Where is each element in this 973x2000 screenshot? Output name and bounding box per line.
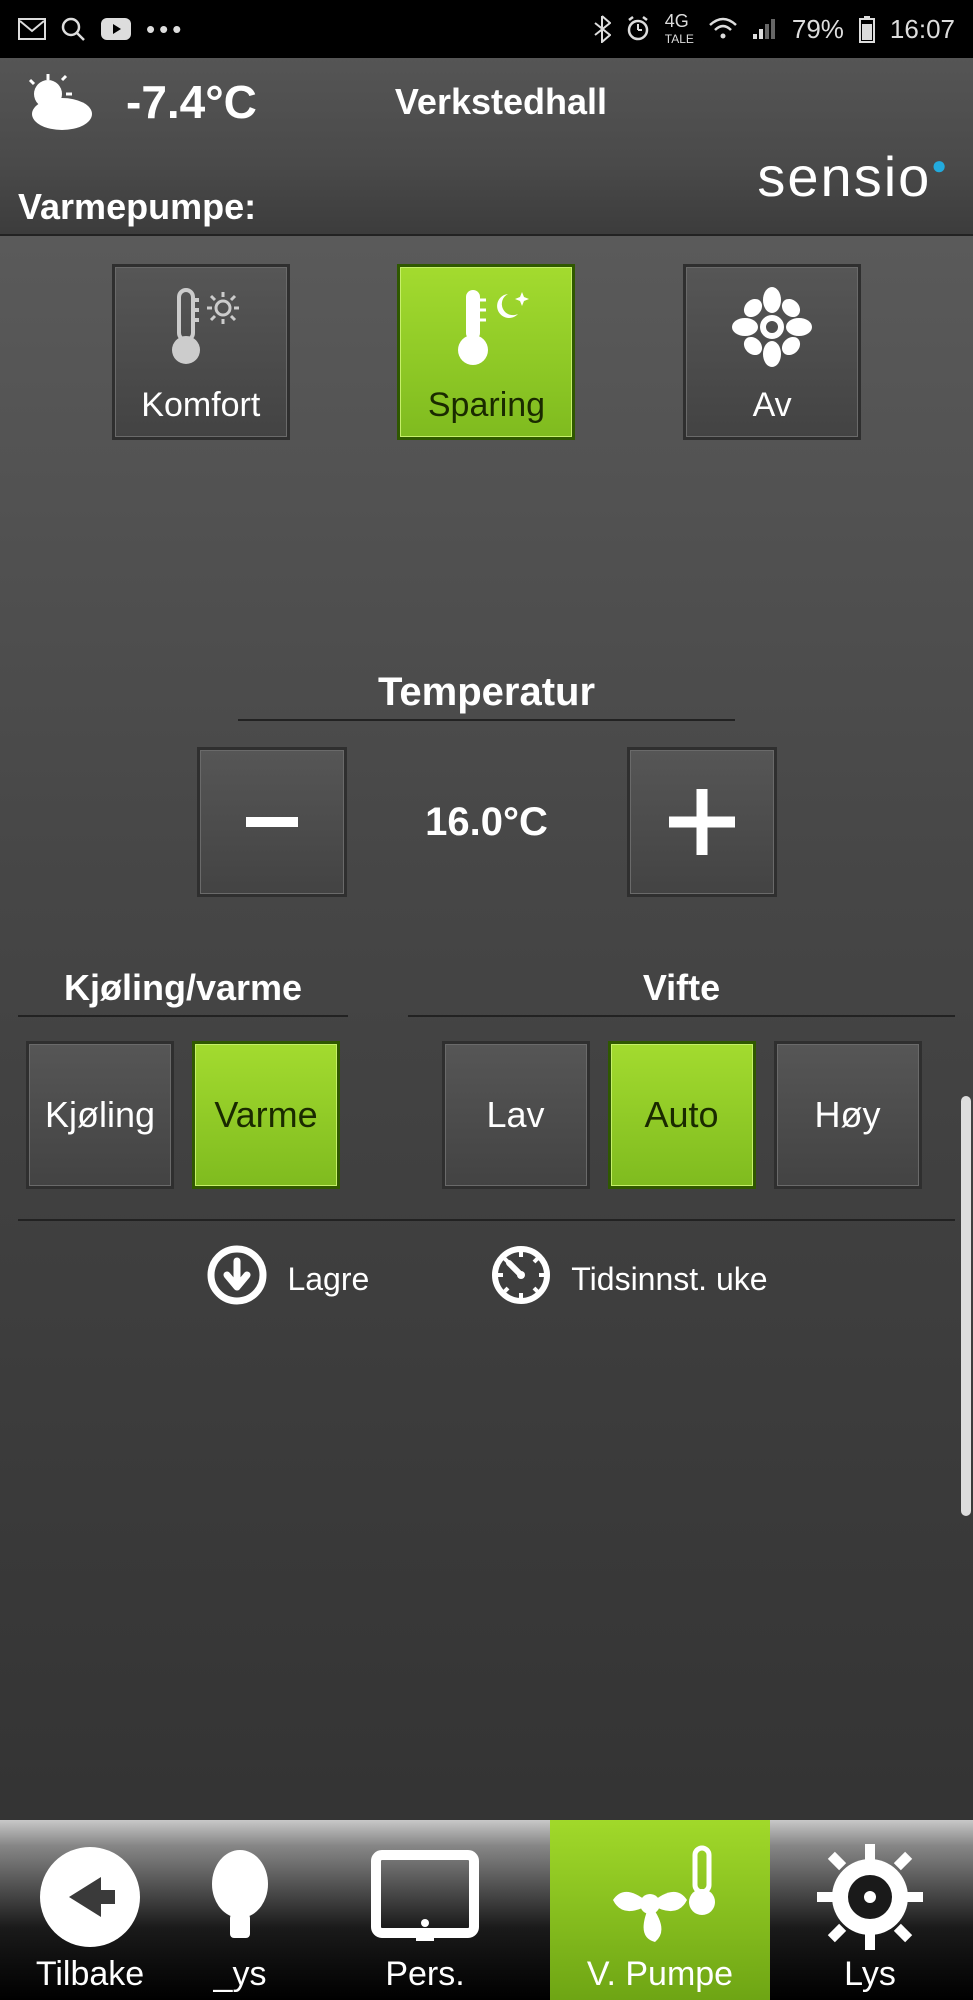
status-left: •••	[18, 14, 185, 45]
battery-percent: 79%	[792, 14, 844, 45]
option-label: Auto	[644, 1094, 718, 1136]
thermometer-sun-icon	[115, 267, 287, 386]
fan-auto-button[interactable]: Auto	[608, 1041, 756, 1189]
fan-off-icon	[686, 267, 858, 386]
save-button[interactable]: Lagre	[205, 1243, 369, 1315]
temperature-decrease-button[interactable]	[197, 747, 347, 897]
mode-label: Av	[753, 386, 792, 425]
mode-off-button[interactable]: Av	[683, 264, 861, 440]
nav-heatpump[interactable]: V. Pumpe	[550, 1820, 770, 2000]
nav-light-2[interactable]: Lys	[770, 1820, 970, 2000]
bluetooth-icon	[593, 15, 611, 43]
schedule-button[interactable]: Tidsinnst. uke	[489, 1243, 767, 1315]
fan-low-button[interactable]: Lav	[442, 1041, 590, 1189]
search-icon	[60, 16, 86, 42]
nav-back[interactable]: Tilbake	[0, 1820, 180, 2000]
cooling-button[interactable]: Kjøling	[26, 1041, 174, 1189]
clock: 16:07	[890, 14, 955, 45]
nav-label: Tilbake	[36, 1955, 144, 1994]
back-arrow-icon	[0, 1820, 180, 1955]
brand-logo: sensio●	[757, 144, 949, 209]
alarm-icon	[625, 16, 651, 42]
fan-section: Vifte Lav Auto Høy	[408, 967, 955, 1189]
minus-icon	[232, 782, 312, 862]
nav-label: Lys	[844, 1955, 896, 1994]
option-label: Varme	[214, 1094, 317, 1136]
thermometer-moon-icon	[400, 267, 572, 386]
gear-icon	[770, 1820, 970, 1955]
temperature-title: Temperatur	[238, 670, 735, 721]
save-icon	[205, 1243, 269, 1315]
fan-high-button[interactable]: Høy	[774, 1041, 922, 1189]
action-row: Lagre Tidsinnst. uke	[18, 1243, 955, 1315]
save-label: Lagre	[287, 1261, 369, 1298]
heat-cool-section: Kjøling/varme Kjøling Varme	[18, 967, 348, 1189]
schedule-label: Tidsinnst. uke	[571, 1261, 767, 1298]
battery-icon	[858, 15, 876, 43]
bottom-nav: Tilbake _ys Pers.	[0, 1820, 973, 2000]
mode-saving-button[interactable]: Sparing	[397, 264, 575, 440]
nav-label: _ys	[214, 1955, 267, 1994]
option-label: Høy	[815, 1094, 881, 1136]
mode-label: Sparing	[428, 386, 545, 425]
option-label: Kjøling	[45, 1094, 155, 1136]
temperature-value: 16.0°C	[397, 800, 577, 845]
fan-thermo-icon	[550, 1820, 770, 1955]
option-label: Lav	[486, 1094, 544, 1136]
mode-comfort-button[interactable]: Komfort	[112, 264, 290, 440]
android-status-bar: ••• 4G TALE 79% 16:07	[0, 0, 973, 58]
weather-icon	[18, 72, 98, 132]
app-header: -7.4°C Verkstedhall sensio● Varmepumpe:	[0, 58, 973, 234]
bulb-icon	[180, 1820, 300, 1955]
wifi-icon	[708, 17, 738, 41]
heat-cool-title: Kjøling/varme	[18, 967, 348, 1017]
room-name: Verkstedhall	[395, 81, 607, 123]
gauge-icon	[489, 1243, 553, 1315]
signal-icon	[752, 18, 778, 40]
temperature-increase-button[interactable]	[627, 747, 777, 897]
brand-text: sensio	[757, 145, 931, 208]
more-icon: •••	[146, 14, 185, 45]
scrollbar[interactable]	[961, 1096, 971, 1516]
nav-pers[interactable]: Pers.	[300, 1820, 550, 2000]
plus-icon	[657, 777, 747, 867]
youtube-icon	[100, 17, 132, 41]
nav-label: V. Pumpe	[587, 1955, 733, 1994]
heating-button[interactable]: Varme	[192, 1041, 340, 1189]
mode-row: Komfort Sparing	[18, 236, 955, 440]
main-panel: Komfort Sparing	[0, 234, 973, 1854]
outside-temperature: -7.4°C	[126, 75, 257, 129]
mode-label: Komfort	[141, 386, 260, 425]
temperature-section: Temperatur 16.0°C	[18, 670, 955, 897]
screen-icon	[300, 1820, 550, 1955]
sub-sections: Kjøling/varme Kjøling Varme Vifte Lav Au…	[18, 967, 955, 1189]
mail-icon	[18, 18, 46, 40]
network-type: 4G TALE	[665, 13, 694, 45]
net-4g: 4G	[665, 11, 689, 31]
net-sub: TALE	[665, 32, 694, 46]
fan-title: Vifte	[408, 967, 955, 1017]
nav-light-1[interactable]: _ys	[180, 1820, 300, 2000]
nav-label: Pers.	[385, 1955, 464, 1994]
status-right: 4G TALE 79% 16:07	[593, 13, 955, 45]
divider	[18, 1219, 955, 1221]
